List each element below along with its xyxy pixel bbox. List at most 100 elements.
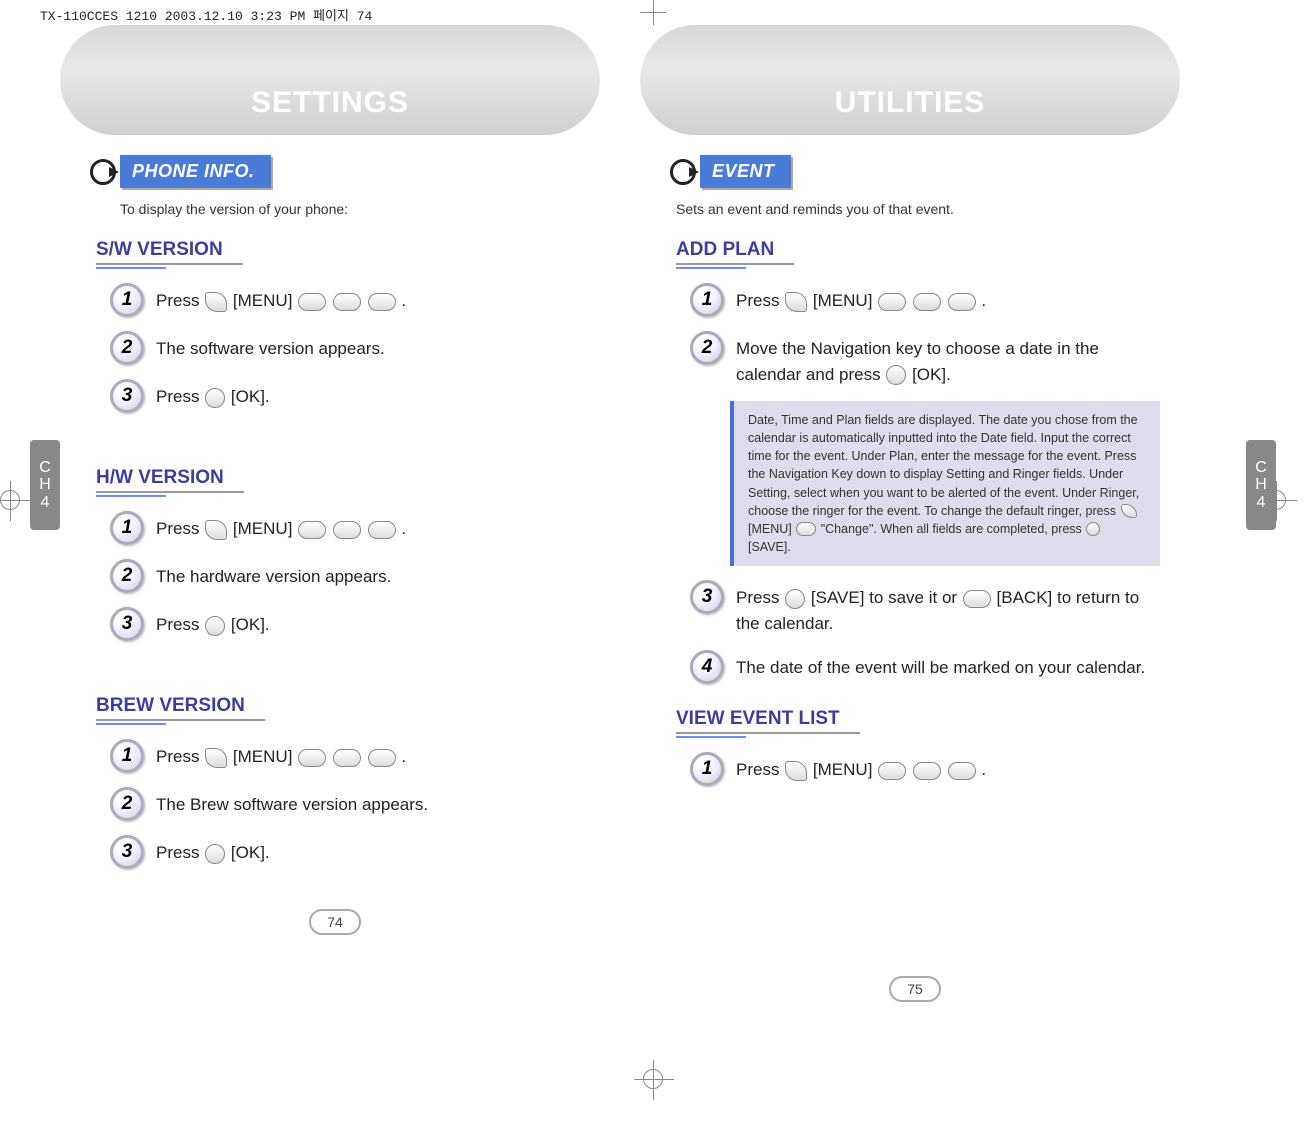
text: Press bbox=[736, 760, 784, 779]
page-header-utilities: UTILITIES bbox=[640, 25, 1180, 135]
step-number-icon: 1 bbox=[690, 283, 724, 317]
step-number-icon: 2 bbox=[690, 331, 724, 365]
step-text: Press [MENU] . bbox=[156, 511, 406, 542]
text: Press bbox=[156, 747, 204, 766]
step-row: 2 Move the Navigation key to choose a da… bbox=[690, 331, 1160, 387]
key-icon bbox=[368, 293, 396, 311]
text: [OK]. bbox=[231, 387, 270, 406]
menu-key-icon bbox=[1121, 504, 1137, 518]
key-icon bbox=[913, 762, 941, 780]
step-text: The date of the event will be marked on … bbox=[736, 650, 1145, 681]
text: [OK]. bbox=[912, 365, 951, 384]
menu-key-icon bbox=[205, 292, 227, 312]
text: . bbox=[981, 291, 986, 310]
step-text: Press [MENU] . bbox=[736, 283, 986, 314]
text: Press bbox=[156, 291, 204, 310]
step-text: The hardware version appears. bbox=[156, 559, 391, 590]
section-label: PHONE INFO. bbox=[120, 155, 271, 188]
chapter-label: CH bbox=[1255, 459, 1267, 494]
step-row: 2 The software version appears. bbox=[110, 331, 580, 365]
step-row: 2 The hardware version appears. bbox=[110, 559, 580, 593]
back-key-icon bbox=[963, 590, 991, 608]
step-row: 3 Press [OK]. bbox=[110, 607, 580, 641]
text: [MENU] bbox=[748, 522, 795, 536]
menu-key-icon bbox=[205, 520, 227, 540]
text: Press bbox=[156, 843, 204, 862]
step-number-icon: 2 bbox=[110, 331, 144, 365]
doc-header-meta: TX-110CCES 1210 2003.12.10 3:23 PM 페이지 7… bbox=[40, 5, 372, 24]
step-number-icon: 3 bbox=[690, 580, 724, 614]
chapter-tab-right: CH 4 bbox=[1246, 440, 1276, 530]
text: "Change". When all fields are completed,… bbox=[821, 522, 1086, 536]
subheading-hw-version: H/W VERSION bbox=[96, 467, 244, 493]
subheading-brew-version: BREW VERSION bbox=[96, 695, 265, 721]
step-row: 1 Press [MENU] . bbox=[110, 739, 580, 773]
step-row: 2 The Brew software version appears. bbox=[110, 787, 580, 821]
chapter-number: 4 bbox=[1257, 494, 1266, 512]
page-title: SETTINGS bbox=[251, 86, 409, 120]
key-icon bbox=[878, 293, 906, 311]
note-box: Date, Time and Plan fields are displayed… bbox=[730, 401, 1160, 566]
text: [OK]. bbox=[231, 615, 270, 634]
menu-key-icon bbox=[785, 761, 807, 781]
text: [SAVE] to save it or bbox=[811, 588, 962, 607]
text: [MENU] bbox=[233, 747, 297, 766]
page-header-settings: SETTINGS bbox=[60, 25, 600, 135]
page-number: 74 bbox=[309, 909, 361, 935]
step-text: Press [MENU] . bbox=[736, 752, 986, 783]
step-text: Press [OK]. bbox=[156, 835, 270, 866]
key-icon bbox=[298, 521, 326, 539]
subheading-sw-version: S/W VERSION bbox=[96, 239, 243, 265]
section-description: Sets an event and reminds you of that ev… bbox=[676, 201, 1160, 217]
step-text: Press [OK]. bbox=[156, 607, 270, 638]
section-bullet-icon bbox=[90, 159, 116, 185]
section-label: EVENT bbox=[700, 155, 791, 188]
save-key-icon bbox=[785, 589, 805, 609]
text: Press bbox=[736, 588, 784, 607]
key-icon bbox=[333, 521, 361, 539]
step-number-icon: 1 bbox=[110, 283, 144, 317]
ok-key-icon bbox=[205, 616, 225, 636]
page-title: UTILITIES bbox=[835, 86, 986, 120]
step-number-icon: 4 bbox=[690, 650, 724, 684]
page-number: 75 bbox=[889, 976, 941, 1002]
step-text: Move the Navigation key to choose a date… bbox=[736, 331, 1160, 387]
key-icon bbox=[368, 521, 396, 539]
key-icon bbox=[368, 749, 396, 767]
step-row: 4 The date of the event will be marked o… bbox=[690, 650, 1160, 684]
key-icon bbox=[948, 293, 976, 311]
step-number-icon: 1 bbox=[110, 511, 144, 545]
section-tag-phone-info: PHONE INFO. bbox=[90, 155, 271, 188]
step-number-icon: 1 bbox=[690, 752, 724, 786]
step-number-icon: 2 bbox=[110, 559, 144, 593]
text: . bbox=[401, 291, 406, 310]
subheading-view-event-list: VIEW EVENT LIST bbox=[676, 708, 860, 734]
key-icon bbox=[913, 293, 941, 311]
save-key-icon bbox=[1086, 522, 1100, 536]
text: [OK]. bbox=[231, 843, 270, 862]
step-number-icon: 3 bbox=[110, 607, 144, 641]
step-text: The software version appears. bbox=[156, 331, 385, 362]
step-row: 3 Press [SAVE] to save it or [BACK] to r… bbox=[690, 580, 1160, 636]
section-tag-event: EVENT bbox=[670, 155, 791, 188]
step-row: 1 Press [MENU] . bbox=[690, 283, 1160, 317]
step-number-icon: 3 bbox=[110, 379, 144, 413]
step-text: Press [MENU] . bbox=[156, 739, 406, 770]
step-number-icon: 3 bbox=[110, 835, 144, 869]
step-row: 1 Press [MENU] . bbox=[110, 283, 580, 317]
subheading-add-plan: ADD PLAN bbox=[676, 239, 794, 265]
key-icon bbox=[948, 762, 976, 780]
key-icon bbox=[878, 762, 906, 780]
text: Press bbox=[156, 519, 204, 538]
step-row: 3 Press [OK]. bbox=[110, 835, 580, 869]
text: [MENU] bbox=[813, 760, 877, 779]
step-text: The Brew software version appears. bbox=[156, 787, 428, 818]
key-icon bbox=[298, 749, 326, 767]
step-row: 1 Press [MENU] . bbox=[110, 511, 580, 545]
step-number-icon: 2 bbox=[110, 787, 144, 821]
key-icon bbox=[333, 293, 361, 311]
text: . bbox=[401, 747, 406, 766]
key-icon bbox=[796, 522, 816, 536]
text: [MENU] bbox=[233, 291, 297, 310]
step-row: 3 Press [OK]. bbox=[110, 379, 580, 413]
